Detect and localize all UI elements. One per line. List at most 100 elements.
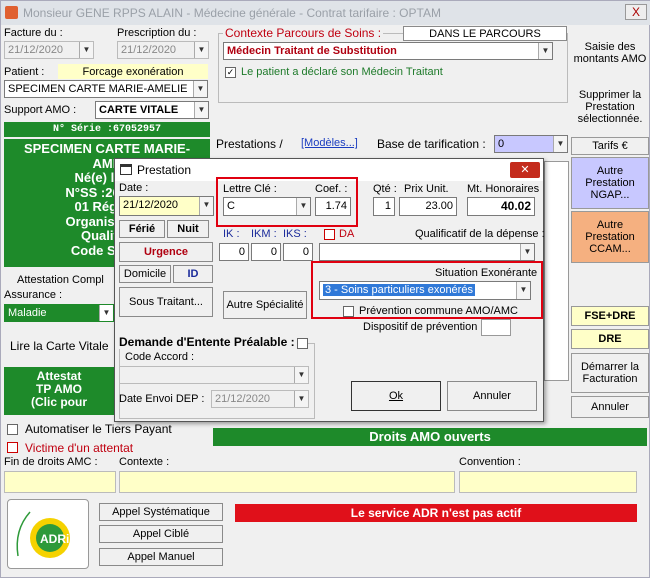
contexte-label: Contexte Parcours de Soins : — [223, 26, 384, 40]
nuit-button[interactable]: Nuit — [167, 220, 209, 238]
victime-label: Victime d'un attentat — [25, 441, 134, 455]
sous-traitant-button[interactable]: Sous Traitant... — [119, 287, 213, 317]
title-bar: Monsieur GENE RPPS ALAIN - Médecine géné… — [1, 1, 650, 25]
mt-honoraires-field[interactable]: 40.02 — [467, 197, 535, 216]
qualificatif-select[interactable]: ▼ — [319, 243, 535, 261]
fin-droits-label: Fin de droits AMC : — [4, 456, 98, 468]
svg-text:ADRi: ADRi — [40, 532, 69, 546]
qte-field[interactable]: 1 — [373, 197, 395, 216]
contexte2-field[interactable] — [119, 471, 455, 493]
attestation-compl-label: Attestation Compl — [17, 274, 104, 286]
convention-label: Convention : — [459, 456, 521, 468]
support-amo-value: CARTE VITALE — [99, 104, 179, 116]
facture-label: Facture du : — [4, 27, 63, 39]
assurance-select[interactable]: Maladie ▼ — [4, 304, 114, 322]
dispositif-label: Dispositif de prévention : — [363, 321, 484, 333]
declare-label: Le patient a déclaré son Médecin Traitan… — [241, 66, 443, 78]
support-amo-label: Support AMO : — [4, 104, 77, 116]
support-amo-select[interactable]: CARTE VITALE ▼ — [95, 101, 209, 119]
dispositif-field[interactable] — [481, 319, 511, 336]
chevron-down-icon[interactable]: ▼ — [99, 305, 113, 321]
adri-logo: ADRi — [7, 499, 89, 569]
close-button[interactable]: X — [625, 4, 647, 20]
iks-label: IKS : — [283, 228, 307, 240]
date-envoi-field[interactable]: 21/12/2020 ▼ — [211, 390, 309, 408]
appel-systematique-button[interactable]: Appel Systématique — [99, 503, 223, 521]
lire-carte-vitale[interactable]: Lire la Carte Vitale — [10, 339, 109, 353]
highlight-lettre-coef — [216, 177, 358, 227]
chevron-down-icon[interactable]: ▼ — [199, 197, 213, 215]
chevron-down-icon[interactable]: ▼ — [294, 391, 308, 407]
ik-label: IK : — [223, 228, 240, 240]
highlight-situation — [311, 261, 543, 319]
prix-unit-field[interactable]: 23.00 — [399, 197, 457, 216]
tarifs-button[interactable]: Tarifs € — [571, 137, 649, 155]
entente-label: Demande d'Entente Préalable : — [119, 335, 298, 349]
base-tarification-select[interactable]: 0 ▼ — [494, 135, 568, 153]
chevron-down-icon[interactable]: ▼ — [79, 42, 93, 58]
da-checkbox[interactable] — [324, 229, 335, 240]
patient-select[interactable]: SPECIMEN CARTE MARIE-AMELIE ▼ — [4, 80, 208, 98]
entente-checkbox[interactable] — [297, 338, 308, 349]
code-accord-label: Code Accord : — [125, 351, 195, 363]
prescription-date-field[interactable]: 21/12/2020 ▼ — [117, 41, 209, 59]
dialog-date-value: 21/12/2020 — [123, 199, 179, 211]
saisie-montants-amo-button[interactable]: Saisie des montants AMO — [571, 27, 649, 79]
autre-prestation-ngap-button[interactable]: Autre Prestation NGAP... — [571, 157, 649, 209]
prescription-label: Prescription du : — [117, 27, 197, 39]
chevron-down-icon[interactable]: ▼ — [194, 102, 208, 118]
ik-field[interactable]: 0 — [219, 243, 249, 261]
contexte-value: Médecin Traitant de Substitution — [227, 45, 397, 57]
appel-cible-button[interactable]: Appel Ciblé — [99, 525, 223, 543]
dialog-title: Prestation — [137, 163, 192, 177]
dialog-date-label: Date : — [119, 182, 149, 194]
automatiser-checkbox[interactable] — [7, 424, 18, 435]
chevron-down-icon[interactable]: ▼ — [294, 367, 308, 383]
urgence-button[interactable]: Urgence — [119, 242, 213, 262]
supprimer-prestation-button[interactable]: Supprimer la Prestation sélectionnée. — [571, 81, 649, 133]
attest-line: (Clic pour — [31, 395, 87, 409]
qte-label: Qté : — [373, 183, 397, 195]
dialog-date-field[interactable]: 21/12/2020 ▼ — [119, 196, 214, 216]
prix-unit-label: Prix Unit. — [404, 183, 449, 195]
ok-button[interactable]: Ok — [351, 381, 441, 411]
appel-manuel-button[interactable]: Appel Manuel — [99, 548, 223, 566]
dialog-close-button[interactable]: ✕ — [510, 162, 540, 178]
modeles-link[interactable]: [Modèles...] — [301, 137, 358, 149]
id-button[interactable]: ID — [173, 265, 213, 283]
attestation-tp-panel[interactable]: Attestat TP AMO (Clic pour — [4, 367, 114, 415]
fin-droits-field[interactable] — [4, 471, 116, 493]
victime-checkbox[interactable] — [7, 442, 18, 453]
ferie-button[interactable]: Férié — [119, 220, 165, 238]
prescription-date-value: 21/12/2020 — [121, 44, 177, 56]
date-envoi-label: Date Envoi DEP : — [119, 393, 205, 405]
main-window: Monsieur GENE RPPS ALAIN - Médecine géné… — [0, 0, 650, 578]
dans-le-parcours-button[interactable]: DANS LE PARCOURS — [403, 26, 567, 41]
assurance-value: Maladie — [8, 307, 47, 319]
chevron-down-icon[interactable]: ▼ — [538, 43, 552, 59]
base-tarification-value: 0 — [498, 138, 505, 150]
prestations-grid[interactable] — [544, 161, 569, 381]
declare-checkbox[interactable]: ✓ — [225, 67, 236, 78]
dialog-annuler-button[interactable]: Annuler — [447, 381, 537, 411]
forcage-exoneration-button[interactable]: Forcage exonération — [58, 64, 208, 79]
app-icon — [5, 6, 18, 19]
fse-dre-button[interactable]: FSE+DRE — [571, 306, 649, 326]
domicile-button[interactable]: Domicile — [119, 265, 171, 283]
facture-date-field[interactable]: 21/12/2020 ▼ — [4, 41, 94, 59]
chevron-down-icon[interactable]: ▼ — [194, 42, 208, 58]
iks-field[interactable]: 0 — [283, 243, 313, 261]
chevron-down-icon[interactable]: ▼ — [193, 81, 207, 97]
demarrer-facturation-button[interactable]: Démarrer la Facturation — [571, 353, 649, 393]
code-accord-select[interactable]: ▼ — [119, 366, 309, 384]
ikm-field[interactable]: 0 — [251, 243, 281, 261]
autre-specialite-button[interactable]: Autre Spécialité — [223, 291, 307, 319]
annuler-main-button[interactable]: Annuler — [571, 396, 649, 418]
autre-prestation-ccam-button[interactable]: Autre Prestation CCAM... — [571, 211, 649, 263]
convention-field[interactable] — [459, 471, 637, 493]
chevron-down-icon[interactable]: ▼ — [553, 136, 567, 152]
contexte-select[interactable]: Médecin Traitant de Substitution ▼ — [223, 42, 553, 60]
chevron-down-icon[interactable]: ▼ — [520, 244, 534, 260]
dre-button[interactable]: DRE — [571, 329, 649, 349]
droits-amo-banner: Droits AMO ouverts — [213, 428, 647, 446]
